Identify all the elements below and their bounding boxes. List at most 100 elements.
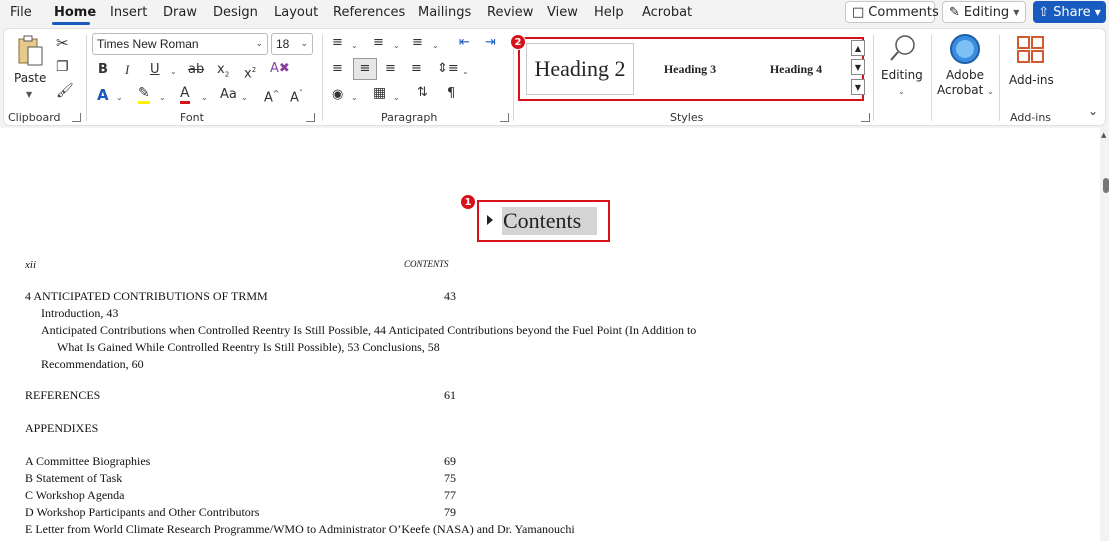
- show-formatting-icon[interactable]: ¶: [447, 86, 455, 102]
- align-right-icon[interactable]: ≡: [385, 61, 396, 77]
- comments-button[interactable]: □ Comments: [845, 1, 939, 23]
- bullets-icon[interactable]: ≡: [332, 35, 343, 51]
- chevron-down-icon[interactable]: ⌄: [393, 38, 400, 54]
- toc-page-number: 61: [444, 388, 456, 402]
- style-heading-2[interactable]: Heading 2: [526, 43, 634, 95]
- chevron-down-icon[interactable]: ⌄: [159, 90, 166, 106]
- highlight-color-icon[interactable]: ✎: [138, 85, 150, 104]
- style-heading-4[interactable]: Heading 4: [746, 43, 846, 95]
- styles-group-label: Styles: [670, 111, 704, 124]
- add-ins-button[interactable]: Add-ins: [1004, 33, 1058, 99]
- sort-icon[interactable]: ⇅: [417, 85, 428, 101]
- gallery-expand-button[interactable]: ▼: [851, 79, 865, 95]
- scrollbar-thumb[interactable]: [1103, 178, 1109, 193]
- annotation-badge-1: 1: [460, 194, 476, 210]
- tab-draw[interactable]: Draw: [163, 5, 197, 20]
- adobe-acrobat-button[interactable]: Adobe Acrobat ⌄: [934, 33, 996, 99]
- pencil-icon: ✎: [949, 4, 960, 20]
- paragraph-launcher-icon[interactable]: [500, 113, 509, 122]
- running-header-right: CONTENTS: [404, 259, 449, 269]
- share-button[interactable]: ⇧ Share ▼: [1033, 1, 1106, 23]
- font-color-icon[interactable]: A: [180, 85, 190, 104]
- tab-review[interactable]: Review: [487, 5, 533, 20]
- clipboard-group-label: Clipboard: [8, 111, 61, 124]
- tab-help[interactable]: Help: [594, 5, 624, 20]
- add-ins-label: Add-ins: [1009, 73, 1054, 87]
- add-ins-icon: [1017, 36, 1044, 63]
- paste-button[interactable]: Paste ▼: [10, 33, 50, 99]
- shading-icon[interactable]: ◉: [332, 87, 343, 103]
- clear-formatting-icon[interactable]: A✖: [270, 61, 290, 77]
- chevron-down-icon[interactable]: ⌄: [393, 90, 400, 106]
- chevron-down-icon[interactable]: ⌄: [116, 90, 123, 106]
- grow-font-glyph: A: [264, 90, 273, 106]
- chevron-down-icon[interactable]: ⌄: [351, 90, 358, 106]
- share-label: Share: [1053, 4, 1091, 20]
- clipboard-launcher-icon[interactable]: [72, 113, 81, 122]
- italic-button[interactable]: I: [125, 62, 129, 78]
- gallery-scroll-up-button[interactable]: ▲: [851, 40, 865, 56]
- line-spacing-icon[interactable]: ⇕≡: [437, 61, 459, 77]
- justify-icon[interactable]: ≡: [411, 61, 422, 77]
- tab-home[interactable]: Home: [54, 5, 96, 20]
- change-case-button[interactable]: Aa: [220, 87, 237, 103]
- chevron-down-icon: ⌄: [300, 38, 308, 48]
- toc-page-number: 77: [444, 488, 456, 502]
- paste-label: Paste: [14, 71, 47, 85]
- decrease-indent-icon[interactable]: ⇤: [459, 35, 470, 51]
- chevron-down-icon[interactable]: ⌄: [201, 90, 208, 106]
- multilevel-list-icon[interactable]: ≡: [412, 35, 423, 51]
- tab-mailings[interactable]: Mailings: [418, 5, 471, 20]
- format-painter-icon[interactable]: 🖌: [56, 83, 74, 99]
- toc-line: Recommendation, 60: [41, 357, 144, 371]
- divider: [999, 35, 1000, 121]
- font-size-select[interactable]: 18 ⌄: [271, 33, 313, 55]
- subscript-button[interactable]: x2: [217, 62, 229, 83]
- running-header-left: xii: [25, 259, 36, 271]
- font-family-select[interactable]: Times New Roman ⌄: [92, 33, 268, 55]
- tab-references[interactable]: References: [333, 5, 405, 20]
- chevron-down-icon[interactable]: ⌄: [170, 64, 177, 80]
- gallery-scroll-down-button[interactable]: ▼: [851, 59, 865, 75]
- paragraph-group-label: Paragraph: [381, 111, 438, 124]
- numbering-icon[interactable]: ≡: [373, 35, 384, 51]
- increase-indent-icon[interactable]: ⇥: [485, 35, 496, 51]
- ribbon-collapse-icon[interactable]: ⌄: [1088, 103, 1098, 119]
- chevron-down-icon: ▼: [854, 62, 862, 72]
- chevron-down-icon[interactable]: ⌄: [462, 64, 469, 80]
- tab-acrobat[interactable]: Acrobat: [642, 5, 692, 20]
- grow-font-button[interactable]: A^: [264, 86, 280, 106]
- align-left-icon[interactable]: ≡: [332, 61, 343, 77]
- style-heading-3[interactable]: Heading 3: [640, 43, 740, 95]
- divider: [322, 35, 323, 121]
- copy-icon[interactable]: ❐: [56, 59, 69, 75]
- comment-icon: □: [852, 4, 865, 20]
- cut-icon[interactable]: ✂: [56, 35, 69, 51]
- font-launcher-icon[interactable]: [306, 113, 315, 122]
- editing-button[interactable]: Editing ⌄: [878, 33, 928, 99]
- scroll-up-icon[interactable]: ▲: [1101, 131, 1106, 139]
- tab-layout[interactable]: Layout: [274, 5, 318, 20]
- editing-mode-button[interactable]: ✎ Editing ▼: [942, 1, 1026, 23]
- toc-page-number: 79: [444, 505, 456, 519]
- chevron-down-icon[interactable]: ⌄: [241, 90, 248, 106]
- collapse-triangle-icon[interactable]: [487, 215, 493, 225]
- tab-file[interactable]: File: [10, 5, 32, 20]
- borders-icon[interactable]: ▦: [373, 85, 386, 101]
- styles-launcher-icon[interactable]: [861, 113, 870, 122]
- tab-view[interactable]: View: [547, 5, 578, 20]
- adobe-acrobat-icon: [950, 34, 980, 64]
- shrink-font-button[interactable]: Aˇ: [290, 86, 303, 106]
- underline-button[interactable]: U: [150, 62, 160, 78]
- superscript-button[interactable]: x2: [244, 62, 256, 82]
- chevron-down-icon[interactable]: ⌄: [432, 38, 439, 54]
- strikethrough-button[interactable]: ab: [188, 62, 204, 78]
- align-center-icon[interactable]: ≡: [353, 58, 377, 80]
- chevron-down-icon[interactable]: ⌄: [351, 38, 358, 54]
- toc-page-number: 43: [444, 289, 456, 303]
- text-effects-icon[interactable]: A: [97, 87, 109, 103]
- contents-heading[interactable]: Contents: [502, 207, 597, 235]
- bold-button[interactable]: B: [98, 62, 108, 78]
- tab-insert[interactable]: Insert: [110, 5, 147, 20]
- tab-design[interactable]: Design: [213, 5, 258, 20]
